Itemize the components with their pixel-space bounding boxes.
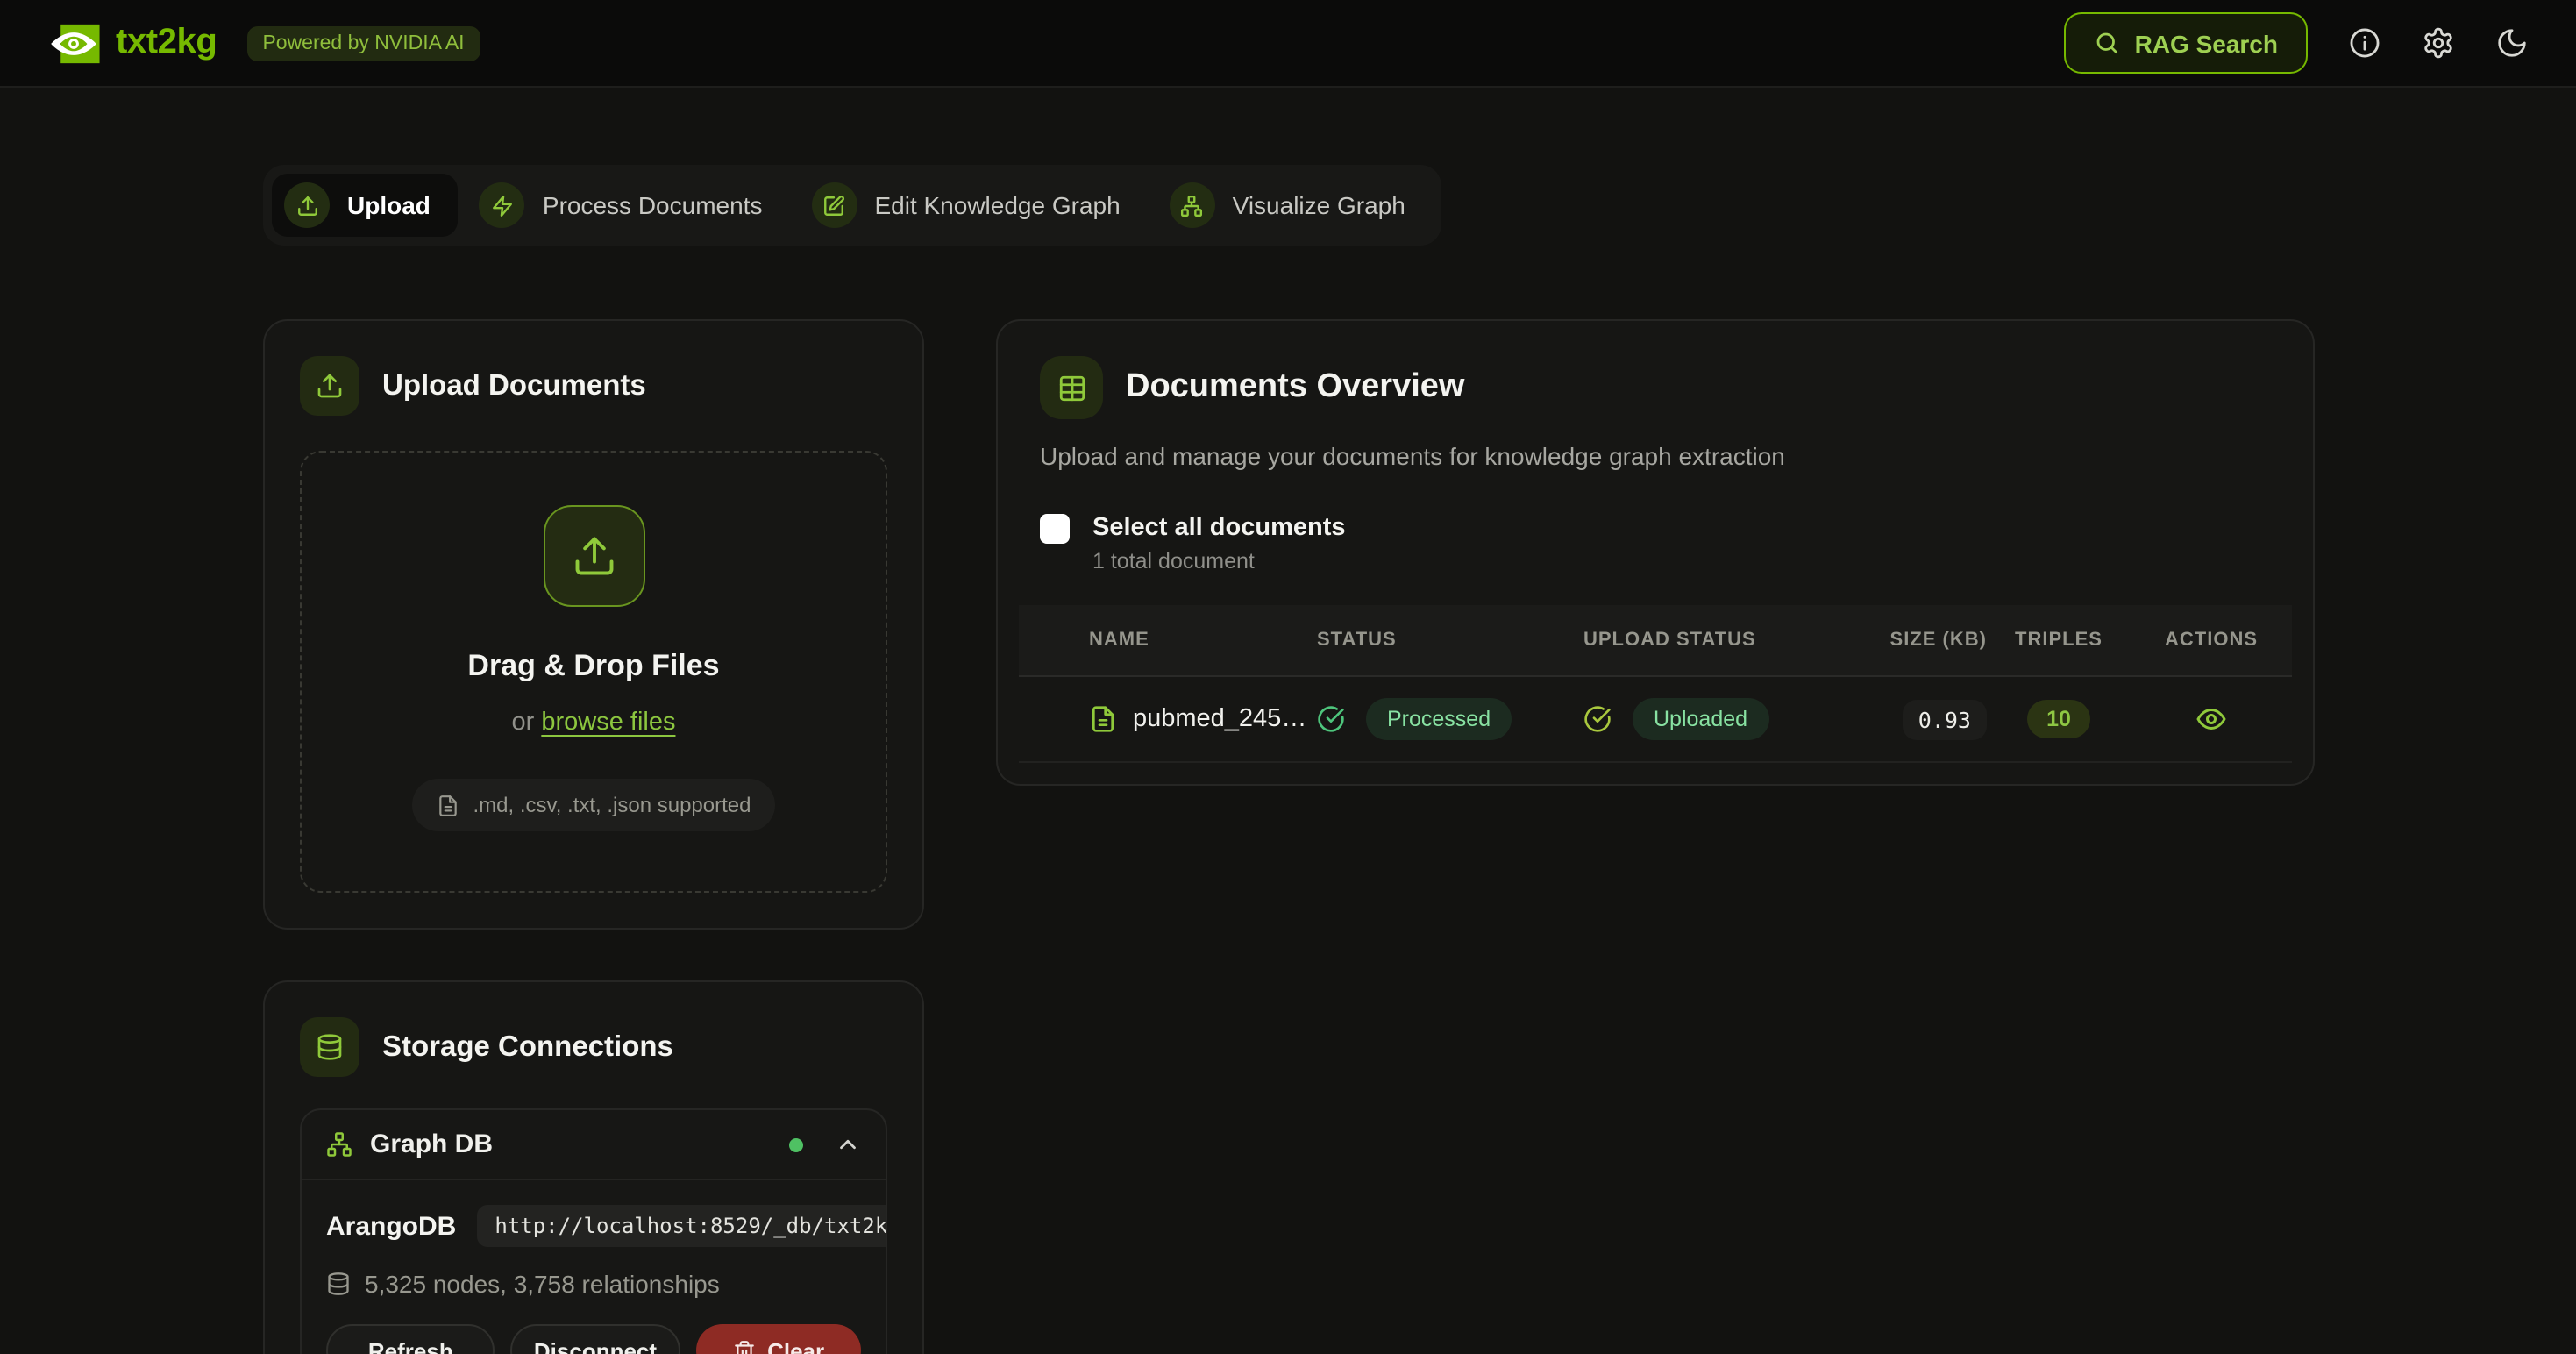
upload-icon	[300, 356, 359, 416]
tab-label: Upload	[347, 191, 431, 219]
card-title: Documents Overview	[1126, 368, 1465, 407]
column-header-name: Name	[1089, 630, 1317, 651]
edit-icon	[811, 182, 857, 228]
storage-connections-card: Storage Connections Graph DB	[263, 980, 924, 1354]
column-header-actions: Actions	[2131, 630, 2292, 651]
upload-status-badge: Uploaded	[1633, 698, 1768, 740]
file-text-icon	[1089, 705, 1117, 733]
select-all-row: Select all documents 1 total document	[1040, 514, 2271, 574]
database-icon	[326, 1272, 351, 1296]
rag-search-button[interactable]: RAG Search	[2065, 12, 2308, 74]
file-icon	[436, 794, 459, 816]
total-documents-label: 1 total document	[1092, 549, 1346, 574]
tab-edit-knowledge-graph[interactable]: Edit Knowledge Graph	[799, 174, 1148, 237]
dropzone-subtitle: or browse files	[330, 709, 857, 737]
provider-name: ArangoDB	[326, 1211, 456, 1241]
table-header-row: Name Status Upload Status Size (KB) Trip…	[1019, 605, 2292, 677]
document-name: pubmed_24552120.txt	[1133, 705, 1317, 733]
table-grid-icon	[1040, 356, 1103, 419]
moon-icon	[2495, 26, 2529, 60]
main-content: Upload Documents Drag & Drop Files or br…	[263, 319, 2315, 1354]
info-button[interactable]	[2348, 26, 2381, 60]
tab-process-documents[interactable]: Process Documents	[467, 174, 791, 237]
documents-overview-card: Documents Overview Upload and manage you…	[996, 319, 2315, 786]
view-document-button[interactable]	[2195, 703, 2227, 735]
graph-db-actions: Refresh Disconnect Clear	[326, 1324, 861, 1354]
size-value: 0.93	[1903, 699, 1987, 739]
dropzone-title: Drag & Drop Files	[330, 649, 857, 684]
lightning-icon	[480, 182, 525, 228]
chevron-up-icon[interactable]	[835, 1131, 861, 1158]
docs-card-subtitle: Upload and manage your documents for kno…	[1040, 442, 2271, 470]
powered-by-badge: Powered by NVIDIA AI	[246, 25, 480, 61]
graph-db-title: Graph DB	[370, 1130, 493, 1159]
theme-toggle-button[interactable]	[2495, 26, 2529, 60]
graph-db-body: ArangoDB http://localhost:8529/_db/txt2k…	[302, 1180, 886, 1354]
upload-icon	[543, 505, 644, 607]
column-header-upload-status: Upload Status	[1583, 630, 1832, 651]
triples-badge: 10	[2027, 700, 2090, 738]
card-title: Storage Connections	[382, 1030, 673, 1064]
file-dropzone[interactable]: Drag & Drop Files or browse files .md, .…	[300, 451, 887, 893]
search-icon	[2095, 30, 2121, 56]
header-actions: RAG Search	[2065, 12, 2529, 74]
network-icon	[326, 1131, 352, 1158]
app-header: txt2kg Powered by NVIDIA AI RAG Search	[0, 0, 2576, 88]
eye-icon	[2195, 703, 2227, 735]
check-circle-icon	[1583, 705, 1612, 733]
refresh-button[interactable]: Refresh	[326, 1324, 495, 1354]
info-icon	[2348, 26, 2381, 60]
column-header-status: Status	[1317, 630, 1583, 651]
browse-files-link[interactable]: browse files	[541, 709, 675, 737]
graph-db-panel: Graph DB ArangoDB http://localhost:8529/…	[300, 1108, 887, 1354]
settings-button[interactable]	[2422, 26, 2455, 60]
table-row: pubmed_24552120.txt Processed	[1019, 677, 2292, 763]
upload-documents-card: Upload Documents Drag & Drop Files or br…	[263, 319, 924, 930]
connection-url: http://localhost:8529/_db/txt2kg	[477, 1205, 887, 1247]
disconnect-button[interactable]: Disconnect	[511, 1324, 680, 1354]
upload-card-header: Upload Documents	[300, 356, 887, 416]
card-title: Upload Documents	[382, 369, 646, 403]
connected-status-dot	[789, 1137, 803, 1151]
supported-formats-badge: .md, .csv, .txt, .json supported	[411, 779, 775, 831]
stats-text: 5,325 nodes, 3,758 relationships	[365, 1270, 720, 1298]
upload-icon	[284, 182, 330, 228]
or-text: or	[512, 709, 542, 737]
network-icon	[1170, 182, 1215, 228]
nvidia-logo-icon	[47, 22, 100, 64]
txt2kg-app: txt2kg Powered by NVIDIA AI RAG Search	[0, 0, 2576, 1354]
clear-button[interactable]: Clear	[695, 1324, 861, 1354]
check-circle-icon	[1317, 705, 1345, 733]
brand-title: txt2kg	[116, 23, 217, 63]
documents-table: Name Status Upload Status Size (KB) Trip…	[1019, 605, 2292, 763]
gear-icon	[2422, 26, 2455, 60]
tab-label: Process Documents	[543, 191, 763, 219]
column-header-size: Size (KB)	[1832, 630, 1987, 651]
brand: txt2kg Powered by NVIDIA AI	[47, 22, 480, 64]
select-all-checkbox[interactable]	[1040, 514, 1070, 544]
tab-label: Edit Knowledge Graph	[874, 191, 1120, 219]
docs-card-header: Documents Overview	[1040, 356, 2271, 419]
graph-db-header[interactable]: Graph DB	[302, 1110, 886, 1180]
tab-bar: Upload Process Documents Edit Knowledge …	[263, 165, 1442, 246]
select-all-label: Select all documents	[1092, 514, 1346, 542]
status-badge: Processed	[1366, 698, 1512, 740]
tab-label: Visualize Graph	[1233, 191, 1405, 219]
storage-card-header: Storage Connections	[300, 1017, 887, 1077]
trash-icon	[732, 1339, 755, 1354]
column-header-triples: Triples	[1987, 630, 2131, 651]
supported-formats-text: .md, .csv, .txt, .json supported	[473, 793, 751, 817]
database-icon	[300, 1017, 359, 1077]
tab-visualize-graph[interactable]: Visualize Graph	[1157, 174, 1434, 237]
graph-db-stats: 5,325 nodes, 3,758 relationships	[326, 1270, 861, 1298]
tab-upload[interactable]: Upload	[272, 174, 459, 237]
